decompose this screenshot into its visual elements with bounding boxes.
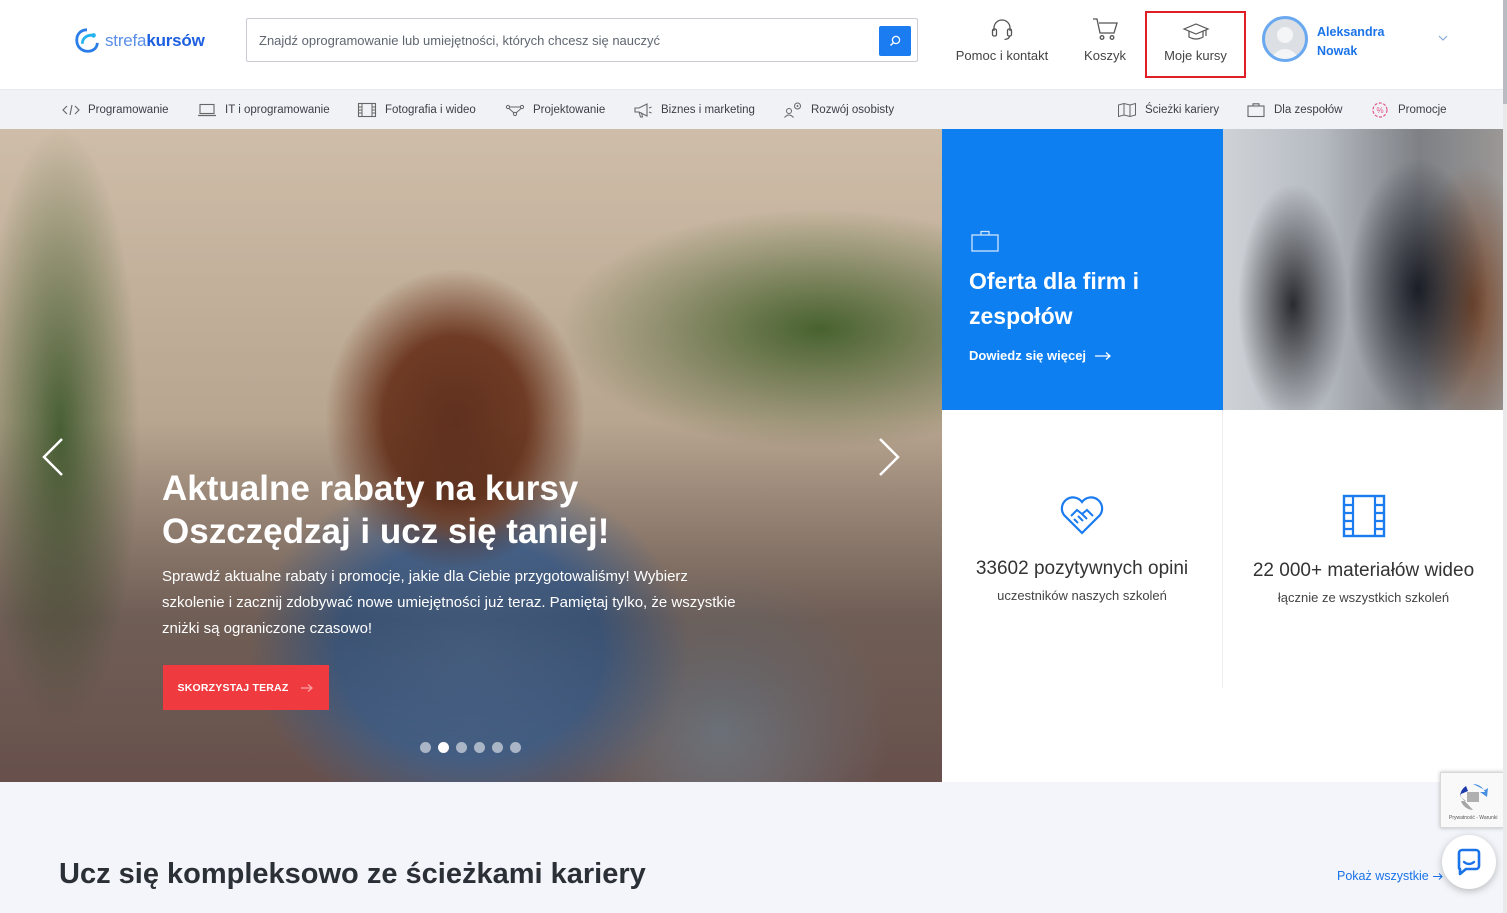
stat-reviews-value: 33602 pozytywnych opini <box>975 558 1189 579</box>
category-it-software[interactable]: IT i oprogramowanie <box>197 90 330 130</box>
briefcase-icon <box>1247 103 1265 118</box>
category-personal-development[interactable]: Rozwój osobisty <box>783 90 894 130</box>
cart-icon <box>1093 18 1118 40</box>
arrow-right-icon <box>301 683 314 692</box>
nav-career-paths[interactable]: Ścieżki kariery <box>1117 90 1219 130</box>
chevron-down-icon[interactable] <box>1438 34 1448 42</box>
headset-icon <box>991 19 1013 41</box>
carousel-dot[interactable] <box>492 742 503 753</box>
hero-carousel: Aktualne rabaty na kursy Oszczędzaj i uc… <box>0 129 942 782</box>
search-icon <box>890 35 901 46</box>
career-paths-heading: Ucz się kompleksowo ze ścieżkami kariery <box>59 858 646 890</box>
avatar-placeholder-icon <box>1270 27 1300 59</box>
arrow-right-icon <box>1432 872 1443 880</box>
carousel-next-arrow-icon[interactable] <box>876 436 902 478</box>
code-icon <box>62 104 80 116</box>
carousel-dot[interactable] <box>456 742 467 753</box>
site-header: strefakursów Pomoc i kontakt Koszyk Moje… <box>0 0 1507 89</box>
search-bar <box>246 18 918 62</box>
chat-bubble-icon <box>1457 848 1481 876</box>
help-contact-label: Pomoc i kontakt <box>955 48 1049 63</box>
cart-label: Koszyk <box>1084 48 1126 63</box>
chat-button[interactable] <box>1442 835 1496 889</box>
stat-videos: 22 000+ materiałów wideo łącznie ze wszy… <box>1223 410 1504 688</box>
film-strip-icon <box>1342 494 1385 538</box>
learn-more-link[interactable]: Dowiedz się więcej <box>969 348 1112 363</box>
search-button[interactable] <box>879 26 911 56</box>
svg-text:%: % <box>1376 106 1383 115</box>
stat-videos-value: 22 000+ materiałów wideo <box>1252 560 1475 581</box>
business-offer-title: Oferta dla firm i zespołów <box>969 268 1139 329</box>
business-team-photo <box>1223 129 1504 410</box>
film-icon <box>357 102 377 118</box>
logo-icon <box>75 28 99 53</box>
nav-for-teams[interactable]: Dla zespołów <box>1246 90 1342 130</box>
cta-button[interactable]: SKORZYSTAJ TERAZ <box>163 665 329 710</box>
promo-badge-icon: % <box>1372 102 1388 118</box>
show-all-link[interactable]: Pokaż wszystkie <box>1337 869 1444 883</box>
carousel-prev-arrow-icon[interactable] <box>40 436 66 478</box>
stat-reviews: 33602 pozytywnych opini uczestników nasz… <box>942 410 1223 688</box>
business-offer-panel[interactable]: Oferta dla firm i zespołów Dowiedz się w… <box>942 129 1223 410</box>
hero-image <box>0 129 942 782</box>
my-courses-label: Moje kursy <box>1164 48 1227 63</box>
recaptcha-logo-icon <box>1459 784 1488 810</box>
avatar <box>1262 16 1308 62</box>
user-menu[interactable]: Aleksandra Nowak <box>1262 16 1452 64</box>
scrollbar-thumb[interactable] <box>1503 0 1507 104</box>
search-input[interactable] <box>259 19 869 61</box>
carousel-dots <box>420 742 521 753</box>
category-business-marketing[interactable]: Biznes i marketing <box>633 90 755 130</box>
hero-title: Aktualne rabaty na kursy Oszczędzaj i uc… <box>162 469 610 551</box>
design-icon <box>505 104 525 117</box>
carousel-dot[interactable] <box>474 742 485 753</box>
map-icon <box>1118 102 1136 118</box>
cart-button[interactable]: Koszyk <box>1080 16 1130 63</box>
hero-description: Sprawdź aktualne rabaty i promocje, jaki… <box>162 568 736 637</box>
recaptcha-text: Prywatność - Warunki <box>1449 815 1498 821</box>
help-contact-button[interactable]: Pomoc i kontakt <box>954 16 1050 63</box>
my-courses-button[interactable]: Moje kursy <box>1145 11 1246 78</box>
handshake-heart-icon <box>1060 496 1104 535</box>
graduation-cap-icon <box>1181 23 1210 40</box>
carousel-dot[interactable] <box>510 742 521 753</box>
carousel-dot-active[interactable] <box>438 742 449 753</box>
briefcase-icon <box>971 230 999 252</box>
person-growth-icon <box>784 102 801 118</box>
logo[interactable]: strefakursów <box>73 27 205 55</box>
carousel-dot[interactable] <box>420 742 431 753</box>
logo-text: strefakursów <box>105 31 205 50</box>
category-photo-video[interactable]: Fotografia i wideo <box>357 90 476 130</box>
laptop-icon <box>198 103 216 117</box>
stat-reviews-caption: uczestników naszych szkoleń <box>997 588 1167 603</box>
scrollbar-track[interactable] <box>1503 0 1507 913</box>
user-name: Aleksandra Nowak <box>1317 25 1385 58</box>
category-design[interactable]: Projektowanie <box>505 90 605 130</box>
stats-panel: 33602 pozytywnych opini uczestników nasz… <box>942 410 1507 782</box>
arrow-right-icon <box>1095 351 1112 360</box>
stat-videos-caption: łącznie ze wszystkich szkoleń <box>1277 590 1450 605</box>
recaptcha-badge[interactable]: Prywatność - Warunki <box>1440 772 1504 828</box>
category-nav: Programowanie IT i oprogramowanie Fotogr… <box>0 89 1507 129</box>
category-programming[interactable]: Programowanie <box>62 90 169 130</box>
megaphone-icon <box>634 103 652 118</box>
nav-promotions[interactable]: % Promocje <box>1370 90 1447 130</box>
